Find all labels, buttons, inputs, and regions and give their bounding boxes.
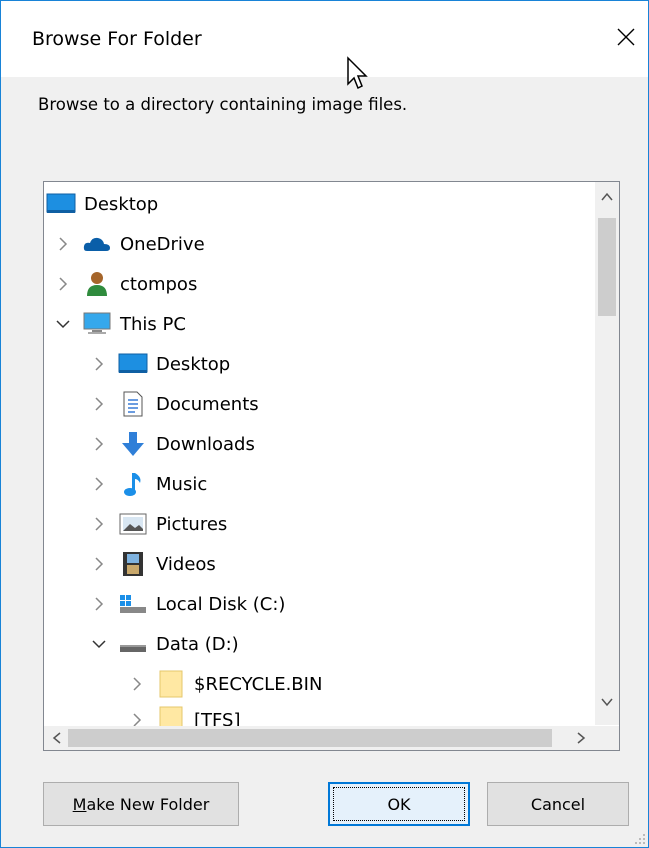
tree-item-label: Desktop (84, 193, 159, 215)
tree-item-downloads[interactable]: Downloads (90, 424, 255, 464)
horizontal-scrollbar[interactable] (44, 726, 595, 750)
desktop-icon (46, 191, 76, 217)
film-icon (118, 551, 148, 577)
chevron-right-icon[interactable] (90, 395, 108, 413)
music-note-icon (118, 471, 148, 497)
mouse-cursor-icon (347, 56, 368, 90)
chevron-right-icon[interactable] (90, 435, 108, 453)
download-arrow-icon (118, 431, 148, 457)
make-new-folder-label: ake New Folder (86, 794, 210, 814)
close-button[interactable] (604, 15, 648, 59)
tree-item-data-d[interactable]: Data (D:) (90, 624, 239, 664)
tree-item-label: Local Disk (C:) (156, 593, 286, 615)
scrollbar-corner (595, 726, 619, 750)
folder-tree[interactable]: Desktop OneDrive ctompos This PC Desktop… (43, 181, 620, 751)
local-disk-icon (118, 591, 148, 617)
vertical-scroll-thumb[interactable] (598, 218, 616, 316)
tree-item-recycle-bin[interactable]: $RECYCLE.BIN (128, 664, 322, 704)
chevron-right-icon[interactable] (90, 515, 108, 533)
focus-rectangle (333, 787, 465, 821)
dialog-title: Browse For Folder (32, 28, 202, 50)
title-bar[interactable]: Browse For Folder (1, 1, 648, 77)
tree-item-videos[interactable]: Videos (90, 544, 216, 584)
tree-item-this-pc[interactable]: This PC (54, 304, 186, 344)
browse-for-folder-dialog: Browse For Folder Browse to a directory … (0, 0, 649, 848)
pictures-icon (118, 511, 148, 537)
user-icon (82, 271, 112, 297)
tree-item-documents[interactable]: Documents (90, 384, 259, 424)
computer-icon (82, 311, 112, 337)
chevron-right-icon[interactable] (90, 555, 108, 573)
scroll-up-arrow-icon[interactable] (601, 192, 613, 202)
vertical-scrollbar[interactable] (595, 182, 619, 725)
tree-item-label: Pictures (156, 513, 228, 535)
chevron-right-icon[interactable] (90, 595, 108, 613)
horizontal-scroll-thumb[interactable] (68, 729, 552, 747)
chevron-down-icon[interactable] (90, 635, 108, 653)
chevron-right-icon[interactable] (54, 235, 72, 253)
documents-icon (118, 391, 148, 417)
tree-item-ctompos[interactable]: ctompos (54, 264, 197, 304)
make-new-folder-mnemonic: M (72, 794, 87, 814)
onedrive-cloud-icon (82, 231, 112, 257)
close-icon (617, 28, 635, 46)
scroll-left-arrow-icon[interactable] (52, 732, 62, 744)
chevron-down-icon[interactable] (54, 315, 72, 333)
cancel-button[interactable]: Cancel (487, 782, 629, 826)
tree-item-label: Downloads (156, 433, 255, 455)
folder-icon (156, 670, 186, 698)
tree-item-label: $RECYCLE.BIN (194, 673, 323, 695)
tree-item-label: This PC (120, 313, 186, 335)
chevron-right-icon[interactable] (54, 275, 72, 293)
scroll-down-arrow-icon[interactable] (601, 697, 613, 707)
tree-item-label: OneDrive (120, 233, 205, 255)
tree-item-label: Music (156, 473, 208, 495)
tree-item-label: ctompos (120, 273, 198, 295)
resize-grip-icon[interactable] (634, 833, 646, 845)
chevron-right-icon[interactable] (128, 675, 146, 693)
instruction-text: Browse to a directory containing image f… (38, 95, 408, 114)
tree-item-label: Videos (156, 553, 216, 575)
tree-item-onedrive[interactable]: OneDrive (54, 224, 205, 264)
tree-item-music[interactable]: Music (90, 464, 207, 504)
desktop-icon (118, 351, 148, 377)
tree-item-local-disk-c[interactable]: Local Disk (C:) (90, 584, 285, 624)
tree-item-label: Data (D:) (156, 633, 239, 655)
cancel-label: Cancel (530, 794, 586, 814)
drive-icon (118, 631, 148, 657)
chevron-right-icon[interactable] (90, 475, 108, 493)
tree-item-label: Documents (156, 393, 259, 415)
tree-item-desktop-root[interactable]: Desktop (46, 184, 158, 224)
chevron-right-icon[interactable] (90, 355, 108, 373)
tree-item-label: Desktop (156, 353, 231, 375)
scroll-right-arrow-icon[interactable] (576, 732, 586, 744)
tree-item-pictures[interactable]: Pictures (90, 504, 227, 544)
make-new-folder-button[interactable]: Make New Folder (43, 782, 239, 826)
tree-item-desktop[interactable]: Desktop (90, 344, 230, 384)
ok-button[interactable]: OK (328, 782, 470, 826)
